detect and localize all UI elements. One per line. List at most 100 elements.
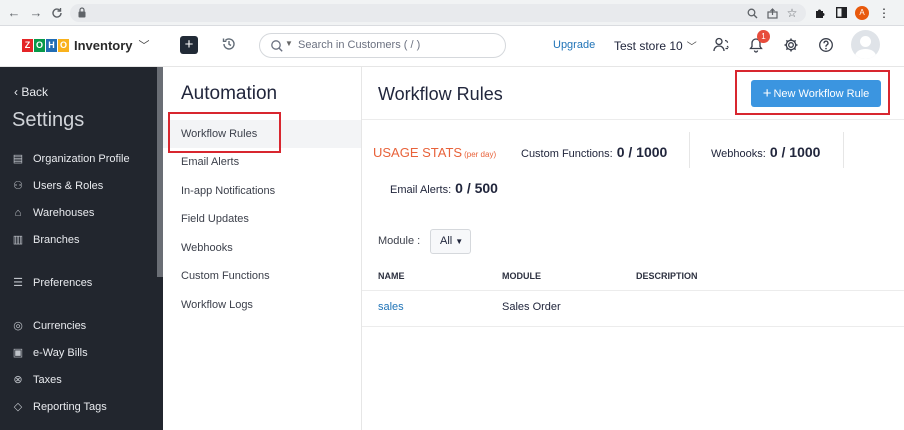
- stat-label: Email Alerts:: [390, 184, 452, 196]
- address-bar[interactable]: ☆: [70, 4, 806, 22]
- sidebar-item-currencies[interactable]: ◎ Currencies: [11, 317, 86, 335]
- module-filter-select[interactable]: All ▼: [430, 229, 471, 254]
- automation-subnav: Automation Workflow Rules Email Alerts I…: [163, 67, 362, 430]
- logo-letter: O: [58, 38, 69, 52]
- global-search[interactable]: ▼ Search in Customers ( / ): [259, 33, 506, 58]
- sidebar-item-reporting-tags[interactable]: ◇ Reporting Tags: [11, 398, 107, 416]
- upgrade-link[interactable]: Upgrade: [553, 39, 595, 51]
- workflow-rule-name-link[interactable]: sales: [378, 301, 404, 313]
- avatar-body: [855, 49, 876, 59]
- sidebar-item-label: Organization Profile: [33, 153, 130, 165]
- module-filter-label: Module :: [378, 235, 421, 247]
- warehouse-icon: ⌂: [14, 207, 22, 219]
- stat-value: 0 / 500: [455, 180, 498, 196]
- workflow-rule-module: Sales Order: [502, 301, 561, 313]
- back-label: Back: [21, 85, 49, 99]
- users-icon: ⚇: [13, 180, 23, 192]
- usage-stats-label: USAGE STATS (per day): [373, 145, 496, 160]
- sidebar-item-users-roles[interactable]: ⚇ Users & Roles: [11, 177, 103, 195]
- stat-value: 0 / 1000: [616, 144, 668, 160]
- subnav-item-email-alerts[interactable]: Email Alerts: [181, 156, 239, 168]
- stat-email-alerts: Email Alerts: 0 / 500: [390, 180, 498, 196]
- user-avatar[interactable]: [851, 30, 880, 59]
- back-link[interactable]: ‹ Back: [14, 85, 48, 99]
- sidebar-item-eway-bills[interactable]: ▣ e-Way Bills: [11, 344, 88, 362]
- usage-stats-period: (per day): [464, 150, 497, 159]
- stat-webhooks: Webhooks: 0 / 1000: [711, 144, 820, 160]
- zoho-inventory-logo[interactable]: Z O H O Inventory ﹀: [22, 37, 150, 53]
- sidebar-item-warehouses[interactable]: ⌂ Warehouses: [11, 204, 95, 222]
- lock-icon: [78, 7, 86, 18]
- organization-switcher[interactable]: Test store 10 ﹀: [614, 38, 697, 53]
- logo-letter: Z: [22, 38, 33, 52]
- subnav-item-workflow-logs[interactable]: Workflow Logs: [181, 299, 253, 311]
- help-question-icon[interactable]: [817, 37, 835, 55]
- chevron-down-icon: ﹀: [686, 42, 697, 53]
- branches-icon: ▥: [12, 234, 24, 246]
- sidebar-item-label: Branches: [33, 234, 80, 246]
- currency-icon: ◎: [13, 320, 23, 332]
- column-header-description[interactable]: DESCRIPTION: [636, 271, 698, 281]
- search-scope-caret-icon[interactable]: ▼: [285, 39, 293, 48]
- column-header-name[interactable]: NAME: [378, 271, 405, 281]
- percent-icon: ⊗: [13, 374, 23, 386]
- sidebar-item-label: Reporting Tags: [33, 401, 107, 413]
- history-clock-icon[interactable]: [220, 36, 238, 54]
- zoom-icon[interactable]: [744, 5, 760, 21]
- browser-toolbar: ← → ☆ A ⋮: [0, 0, 904, 26]
- users-switch-icon[interactable]: [712, 37, 730, 55]
- forward-arrow-icon[interactable]: →: [28, 5, 44, 21]
- subnav-title: Automation: [181, 83, 278, 104]
- store-name: Test store 10: [614, 39, 683, 53]
- sidebar-item-label: Preferences: [33, 277, 93, 289]
- sidebar-item-label: Currencies: [33, 320, 87, 332]
- chevron-down-icon: ﹀: [138, 40, 150, 52]
- logo-letter: H: [46, 38, 57, 52]
- settings-title: Settings: [12, 109, 85, 131]
- reload-icon[interactable]: [49, 5, 65, 21]
- settings-sidebar: ‹ Back Settings ▤ Organization Profile ⚇ U…: [0, 67, 163, 430]
- subnav-item-in-app-notifications[interactable]: In-app Notifications: [181, 185, 275, 197]
- logo-letter: O: [34, 38, 45, 52]
- product-name: Inventory: [74, 37, 133, 53]
- settings-gear-icon[interactable]: [782, 37, 800, 55]
- truck-icon: ▣: [12, 347, 24, 359]
- search-input[interactable]: Search in Customers ( / ): [298, 39, 420, 51]
- tag-icon: ◇: [13, 401, 23, 413]
- building-icon: ▤: [12, 153, 24, 165]
- highlight-box-new-workflow-rule: [735, 70, 890, 115]
- sidebar-item-preferences[interactable]: ☰ Preferences: [11, 274, 92, 292]
- subnav-item-field-updates[interactable]: Field Updates: [181, 213, 249, 225]
- sidebar-item-label: Taxes: [33, 374, 62, 386]
- stat-separator: [843, 132, 844, 168]
- column-header-module[interactable]: MODULE: [502, 271, 541, 281]
- sidebar-item-label: Warehouses: [33, 207, 95, 219]
- back-arrow-icon[interactable]: ←: [6, 5, 22, 21]
- subnav-item-webhooks[interactable]: Webhooks: [181, 242, 233, 254]
- bookmark-star-icon[interactable]: ☆: [784, 5, 800, 21]
- sidebar-item-label: Users & Roles: [33, 180, 104, 192]
- sidebar-item-label: e-Way Bills: [33, 347, 88, 359]
- share-icon[interactable]: [764, 5, 780, 21]
- main-content: Workflow Rules + New Workflow Rule USAGE …: [362, 67, 904, 430]
- side-panel-icon[interactable]: [833, 5, 849, 21]
- sidebar-item-organization-profile[interactable]: ▤ Organization Profile: [11, 150, 130, 168]
- stat-label: Webhooks:: [711, 148, 766, 160]
- app-header: Z O H O Inventory ﹀ + ▼ Search in Custom…: [0, 26, 904, 67]
- search-icon: [271, 40, 283, 52]
- module-filter-row: Module : All ▼: [362, 218, 904, 266]
- extensions-puzzle-icon[interactable]: [812, 5, 828, 21]
- notification-count-badge: 1: [757, 30, 770, 43]
- subnav-item-custom-functions[interactable]: Custom Functions: [181, 270, 270, 282]
- stat-separator: [689, 132, 690, 168]
- stat-value: 0 / 1000: [769, 144, 821, 160]
- kebab-menu-icon[interactable]: ⋮: [876, 5, 892, 21]
- sliders-icon: ☰: [13, 277, 23, 289]
- sidebar-item-branches[interactable]: ▥ Branches: [11, 231, 80, 249]
- browser-profile-avatar[interactable]: A: [855, 6, 869, 20]
- stat-custom-functions: Custom Functions: 0 / 1000: [521, 144, 667, 160]
- avatar-head: [860, 36, 871, 47]
- table-header-divider: [362, 290, 904, 291]
- sidebar-item-taxes[interactable]: ⊗ Taxes: [11, 371, 62, 389]
- quick-create-plus-icon[interactable]: +: [180, 36, 198, 54]
